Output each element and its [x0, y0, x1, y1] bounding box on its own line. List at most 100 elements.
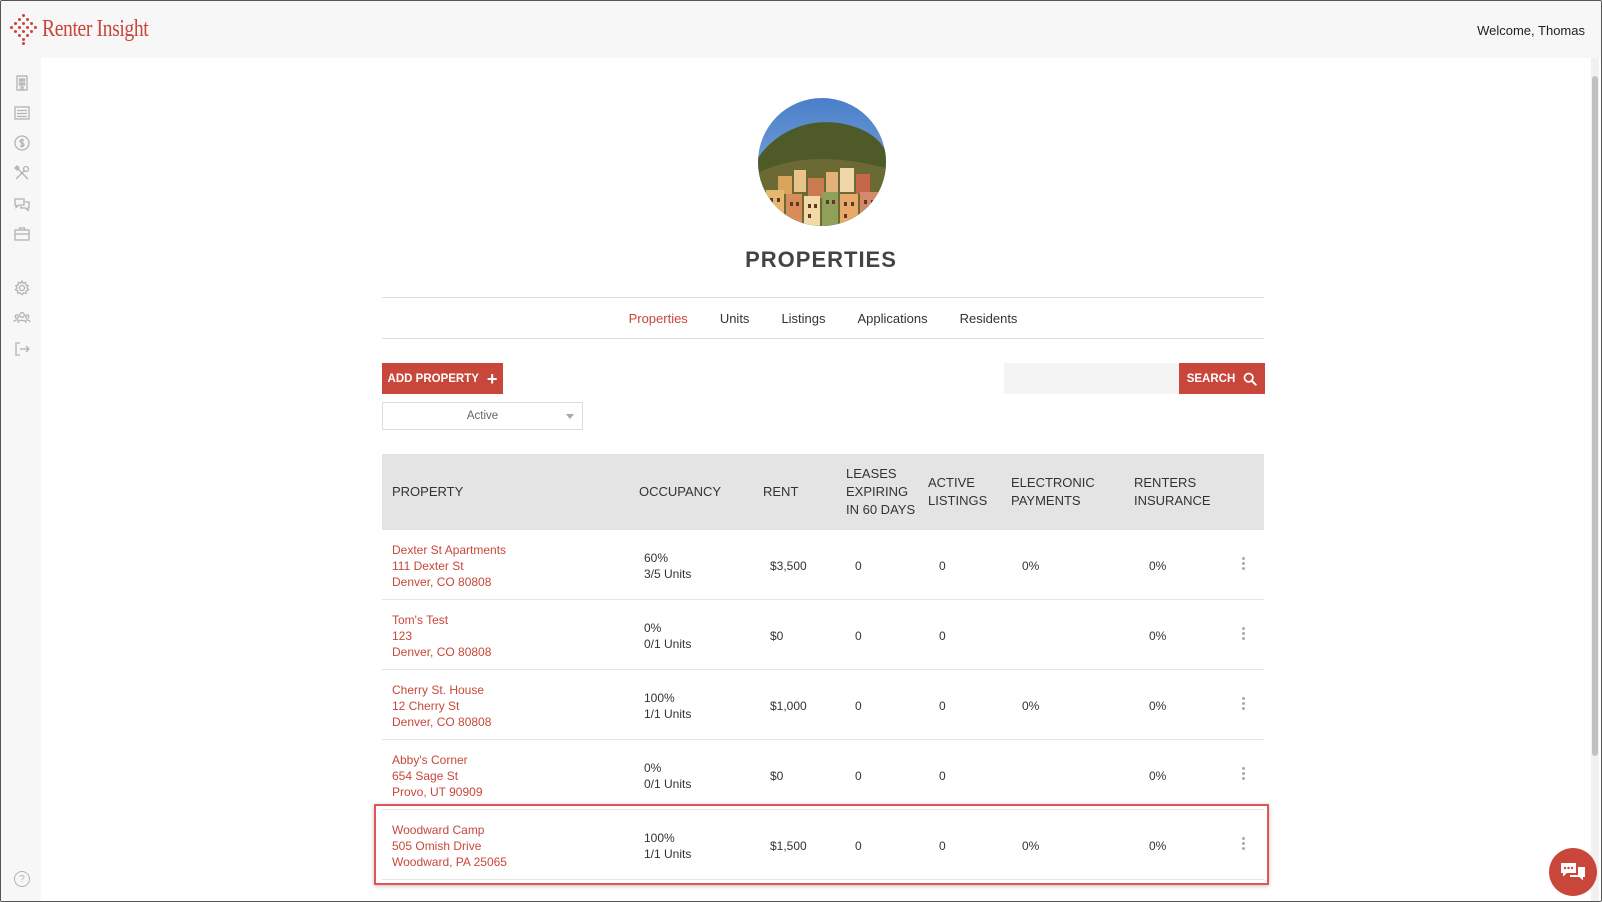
row-menu-icon[interactable] — [1238, 557, 1248, 573]
header-renters-insurance[interactable]: RENTERS INSURANCE — [1134, 474, 1211, 510]
gear-icon[interactable] — [12, 279, 32, 297]
property-city[interactable]: Provo, UT 90909 — [392, 784, 483, 800]
tab-bar: Properties Units Listings Applications R… — [382, 297, 1264, 339]
list-icon[interactable] — [12, 104, 32, 122]
chat-icon[interactable] — [12, 195, 32, 213]
property-city[interactable]: Woodward, PA 25065 — [392, 854, 507, 870]
property-address: Dexter St Apartments 111 Dexter St Denve… — [392, 542, 506, 590]
header-rent[interactable]: RENT — [763, 483, 798, 501]
dollar-icon[interactable] — [12, 134, 32, 152]
property-city[interactable]: Denver, CO 80808 — [392, 644, 491, 660]
welcome-text: Welcome, Thomas — [1477, 23, 1585, 38]
header-occupancy[interactable]: OCCUPANCY — [639, 483, 721, 501]
table-row[interactable]: Dexter St Apartments 111 Dexter St Denve… — [382, 530, 1264, 600]
active-listings-value: 0 — [939, 699, 946, 713]
header-listings-line2: LISTINGS — [928, 493, 988, 508]
logo[interactable]: Renter Insight — [10, 13, 172, 45]
header-leases-line3: IN 60 DAYS — [846, 502, 916, 517]
briefcase-icon[interactable] — [12, 225, 32, 243]
property-name-link[interactable]: Tom's Test — [392, 612, 491, 628]
header-electronic-payments[interactable]: ELECTRONIC PAYMENTS — [1011, 474, 1095, 510]
header-property[interactable]: PROPERTY — [392, 483, 463, 501]
header-leases-expiring[interactable]: LEASES EXPIRING IN 60 DAYS — [846, 465, 915, 519]
row-menu-icon[interactable] — [1238, 837, 1248, 853]
occupancy-cell: 60% 3/5 Units — [644, 550, 691, 582]
tab-properties[interactable]: Properties — [629, 311, 688, 326]
property-street[interactable]: 111 Dexter St — [392, 558, 506, 574]
property-address: Tom's Test 123 Denver, CO 80808 — [392, 612, 491, 660]
app-window: Renter Insight Welcome, Thomas ? PROPERT… — [0, 0, 1602, 902]
rent-value: $0 — [770, 629, 784, 643]
renters-insurance-value: 0% — [1149, 769, 1167, 783]
header-payments-line1: ELECTRONIC — [1011, 475, 1095, 490]
rent-value: $3,500 — [770, 559, 807, 573]
chevron-down-icon — [566, 414, 574, 419]
tools-icon[interactable] — [12, 164, 32, 182]
table-row[interactable]: Cherry St. House 12 Cherry St Denver, CO… — [382, 670, 1264, 740]
occupancy-cell: 100% 1/1 Units — [644, 690, 691, 722]
help-icon[interactable]: ? — [14, 871, 30, 887]
renters-insurance-value: 0% — [1149, 629, 1167, 643]
occupancy-percent: 0% — [644, 761, 662, 775]
active-listings-value: 0 — [939, 839, 946, 853]
property-name-link[interactable]: Cherry St. House — [392, 682, 491, 698]
scrollbar-thumb[interactable] — [1592, 76, 1598, 756]
table-row[interactable]: Woodward Camp 505 Omish Drive Woodward, … — [382, 810, 1264, 880]
table-row[interactable]: Tom's Test 123 Denver, CO 80808 0% 0/1 U… — [382, 600, 1264, 670]
active-listings-value: 0 — [939, 629, 946, 643]
header-listings-line1: ACTIVE — [928, 475, 975, 490]
leases-expiring-value: 0 — [855, 769, 862, 783]
users-icon[interactable] — [12, 309, 32, 327]
header-payments-line2: PAYMENTS — [1011, 493, 1081, 508]
property-address: Woodward Camp 505 Omish Drive Woodward, … — [392, 822, 507, 870]
status-filter-select[interactable]: Active — [382, 402, 583, 430]
property-name-link[interactable]: Dexter St Apartments — [392, 542, 506, 558]
header-active-listings[interactable]: ACTIVE LISTINGS — [928, 474, 987, 510]
property-street[interactable]: 505 Omish Drive — [392, 838, 507, 854]
sidebar — [1, 58, 41, 901]
row-menu-icon[interactable] — [1238, 767, 1248, 783]
tab-applications[interactable]: Applications — [858, 311, 928, 326]
header-leases-line1: LEASES — [846, 466, 897, 481]
occupancy-percent: 100% — [644, 691, 675, 705]
page-title: PROPERTIES — [745, 247, 897, 272]
row-menu-icon[interactable] — [1238, 697, 1248, 713]
chat-bubble-icon — [1561, 863, 1585, 881]
occupancy-units: 3/5 Units — [644, 567, 692, 581]
table-row[interactable]: Abby's Corner 654 Sage St Provo, UT 9090… — [382, 740, 1264, 810]
add-property-button[interactable]: ADD PROPERTY + — [382, 363, 503, 394]
occupancy-percent: 100% — [644, 831, 675, 845]
occupancy-units: 1/1 Units — [644, 707, 692, 721]
leases-expiring-value: 0 — [855, 839, 862, 853]
electronic-payments-value: 0% — [1022, 699, 1040, 713]
plus-icon: + — [486, 368, 498, 389]
search-button[interactable]: SEARCH — [1179, 363, 1265, 394]
property-street[interactable]: 12 Cherry St — [392, 698, 491, 714]
property-address: Abby's Corner 654 Sage St Provo, UT 9090… — [392, 752, 483, 800]
chat-button[interactable] — [1549, 848, 1597, 896]
tab-listings[interactable]: Listings — [781, 311, 825, 326]
electronic-payments-value: 0% — [1022, 839, 1040, 853]
tab-units[interactable]: Units — [720, 311, 750, 326]
row-menu-icon[interactable] — [1238, 627, 1248, 643]
property-street[interactable]: 123 — [392, 628, 491, 644]
property-name-link[interactable]: Abby's Corner — [392, 752, 483, 768]
property-name-link[interactable]: Woodward Camp — [392, 822, 507, 838]
properties-table: PROPERTY OCCUPANCY RENT LEASES EXPIRING … — [382, 454, 1264, 880]
occupancy-cell: 0% 0/1 Units — [644, 760, 691, 792]
electronic-payments-value: 0% — [1022, 559, 1040, 573]
property-street[interactable]: 654 Sage St — [392, 768, 483, 784]
building-icon[interactable] — [12, 74, 32, 92]
leases-expiring-value: 0 — [855, 699, 862, 713]
logout-icon[interactable] — [12, 340, 32, 358]
property-city[interactable]: Denver, CO 80808 — [392, 574, 506, 590]
property-address: Cherry St. House 12 Cherry St Denver, CO… — [392, 682, 491, 730]
leases-expiring-value: 0 — [855, 629, 862, 643]
occupancy-cell: 100% 1/1 Units — [644, 830, 691, 862]
tab-residents[interactable]: Residents — [960, 311, 1018, 326]
search-input[interactable] — [1004, 363, 1179, 394]
logo-text: Renter Insight — [42, 15, 149, 42]
property-city[interactable]: Denver, CO 80808 — [392, 714, 491, 730]
scrollbar[interactable] — [1591, 58, 1599, 901]
logo-icon — [10, 13, 37, 45]
